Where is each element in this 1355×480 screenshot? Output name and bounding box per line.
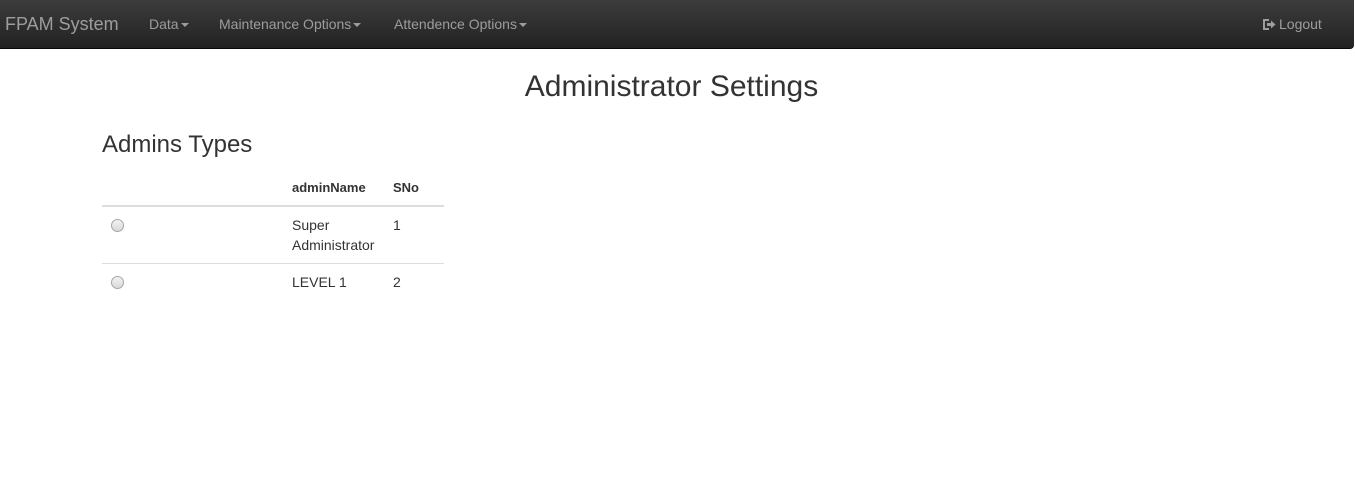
admin-name-cell: Super Administrator [292, 217, 375, 253]
caret-down-icon [353, 23, 362, 28]
menu-maintenance-label: Maintenance Options [219, 16, 352, 32]
logout-link[interactable]: Logout [1262, 16, 1322, 32]
section-title: Admins Types [102, 131, 253, 158]
brand-link[interactable]: FPAM System [5, 13, 119, 35]
menu-attendence-options[interactable]: Attendence Options [394, 16, 527, 32]
caret-down-icon [180, 23, 189, 28]
row-radio-button[interactable] [111, 219, 124, 232]
menu-maintenance-options[interactable]: Maintenance Options [219, 16, 362, 32]
menu-data-label: Data [149, 16, 179, 32]
top-navbar: FPAM System Data Maintenance Options Att… [0, 0, 1354, 49]
caret-down-icon [518, 23, 527, 28]
row-radio-button[interactable] [111, 276, 124, 289]
logout-icon [1263, 19, 1276, 30]
table-row: LEVEL 1 2 [102, 263, 444, 302]
select-cell [102, 206, 284, 264]
table-row: Super Administrator 1 [102, 206, 444, 264]
admin-types-table: adminName SNo Super Administrator 1 LEVE… [102, 169, 444, 302]
page-title: Administrator Settings [524, 70, 819, 103]
admin-name-cell: LEVEL 1 [284, 263, 385, 302]
menu-data[interactable]: Data [149, 16, 189, 32]
select-cell [102, 263, 284, 302]
menu-attendence-label: Attendence Options [394, 16, 517, 32]
logout-label: Logout [1279, 16, 1322, 32]
sno-cell: 2 [385, 263, 444, 302]
column-header-sno: SNo [385, 169, 444, 207]
column-header-adminname: adminName [284, 169, 385, 207]
sno-cell: 1 [393, 217, 401, 233]
table-header-row: adminName SNo [102, 169, 444, 207]
column-header-select [102, 169, 284, 207]
